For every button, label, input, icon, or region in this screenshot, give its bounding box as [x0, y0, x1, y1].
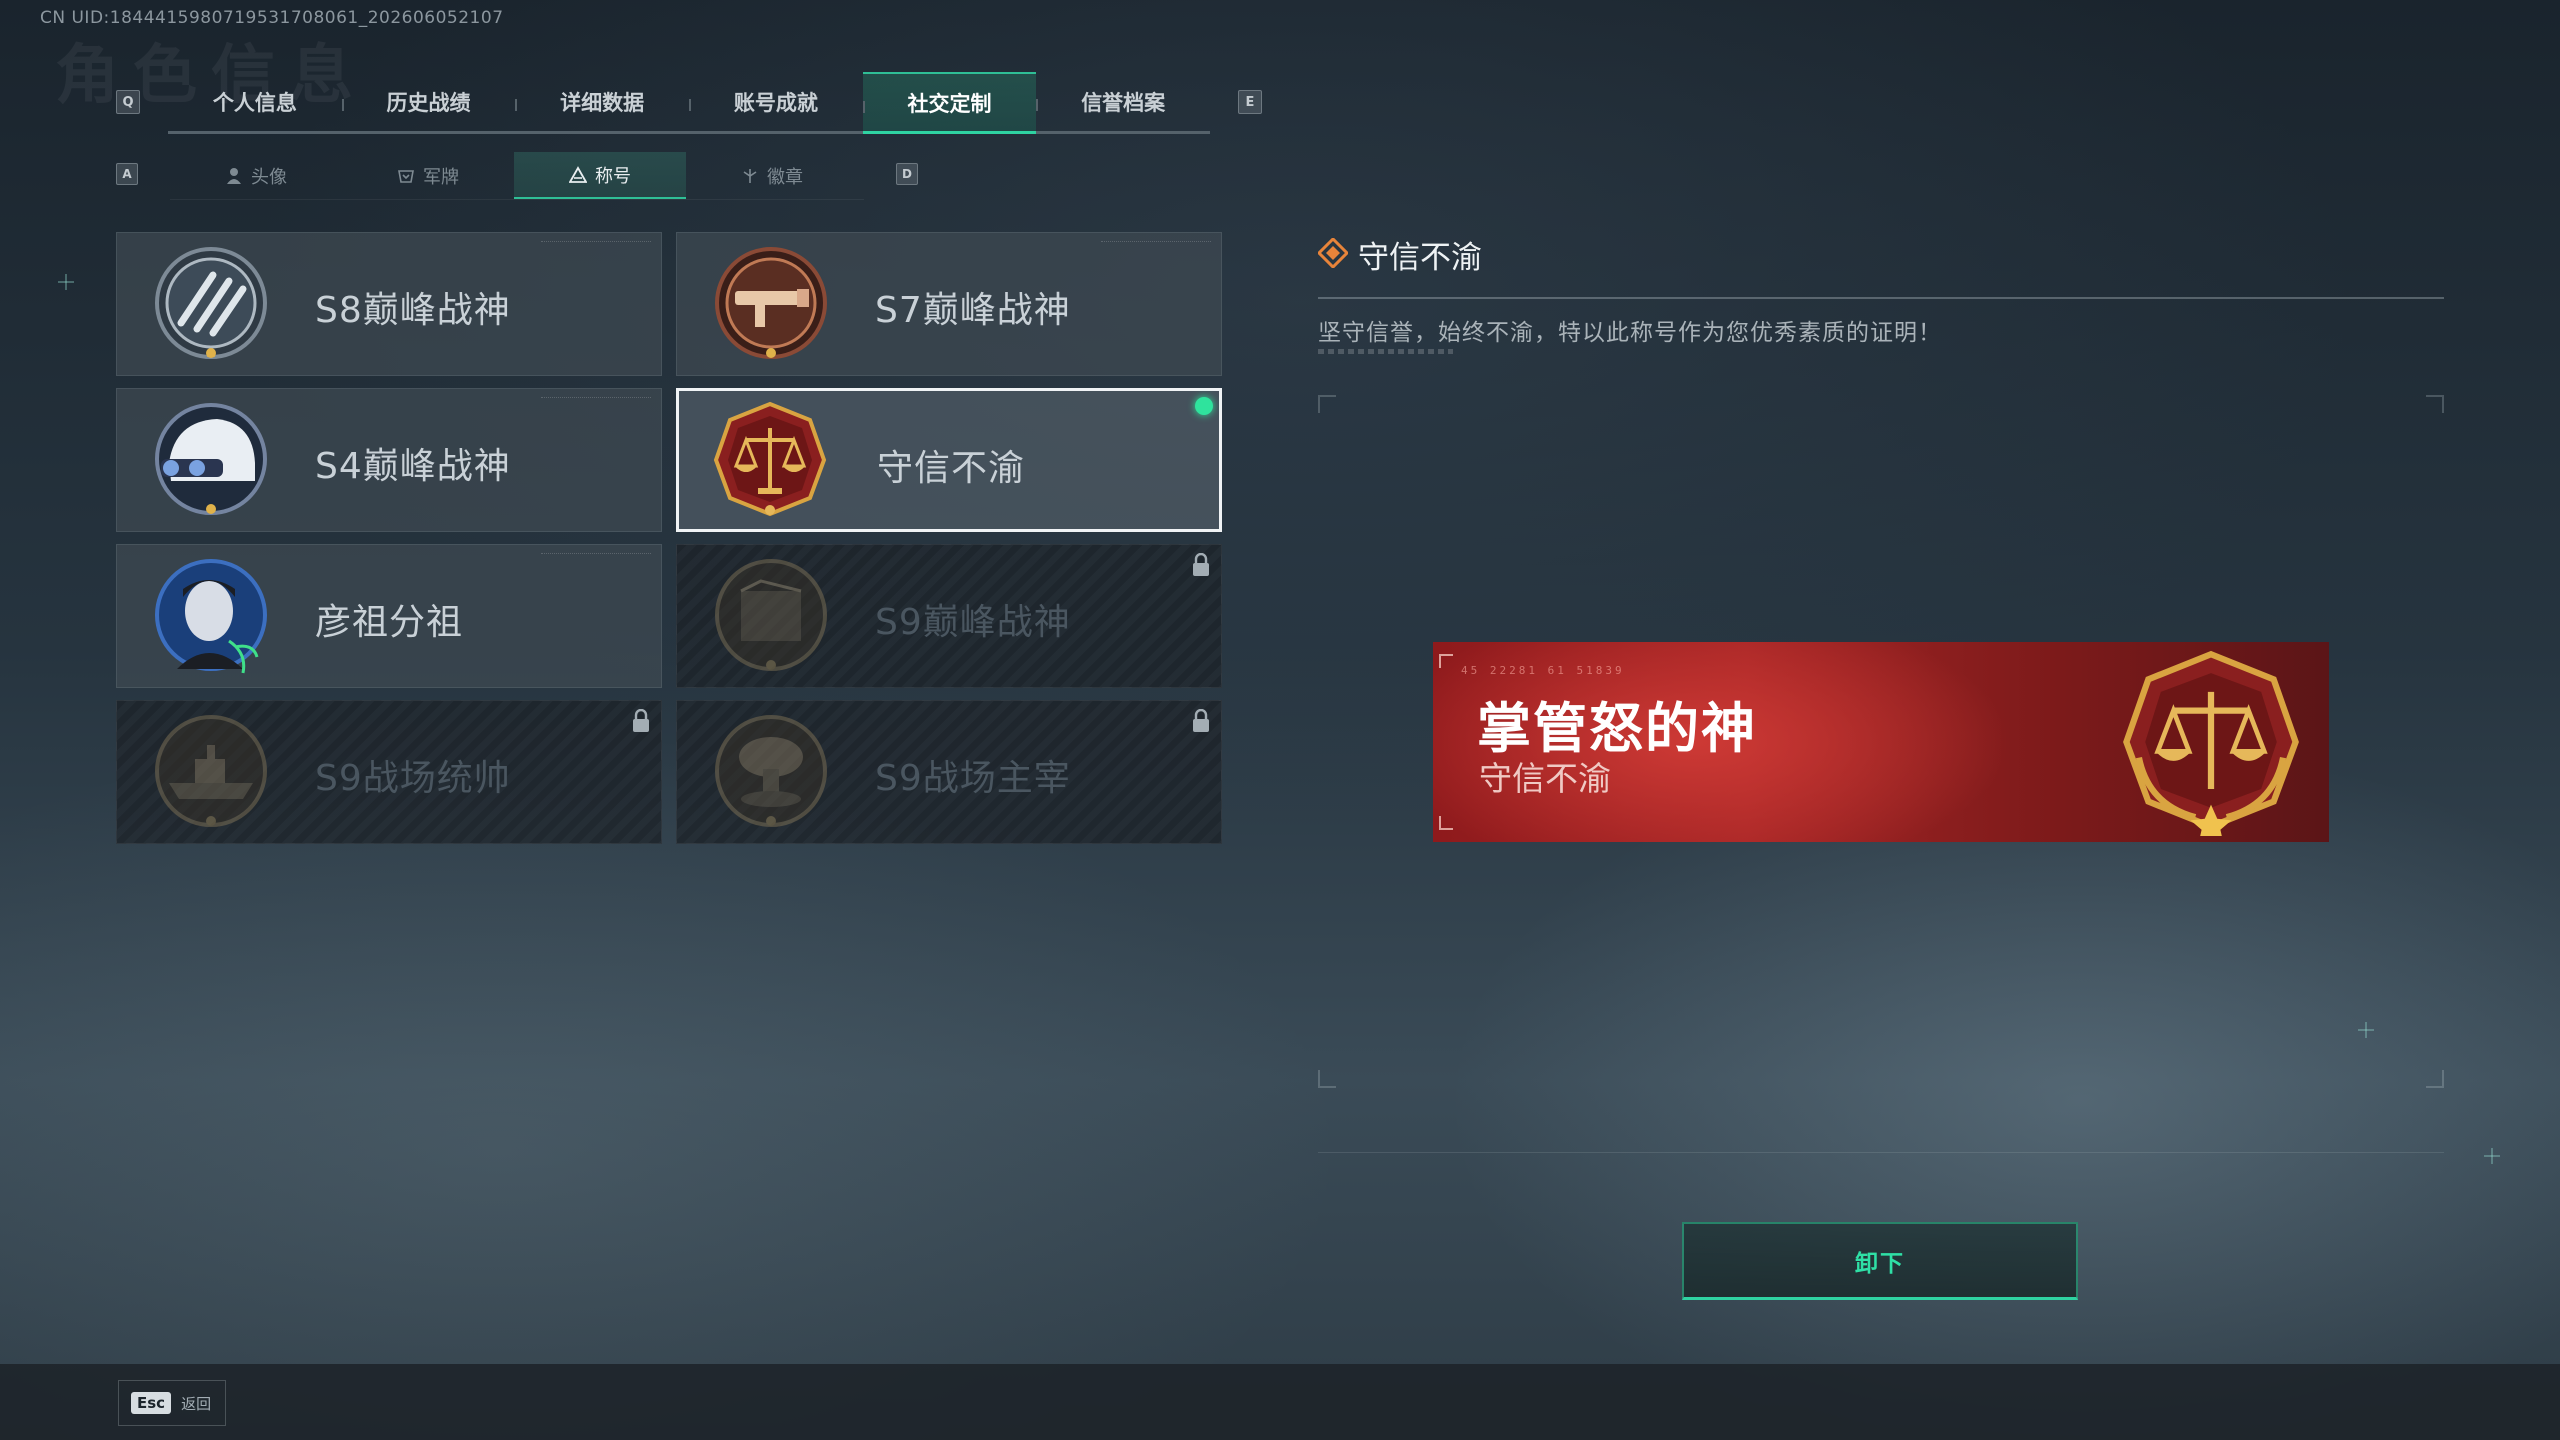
- tab-account-achievements[interactable]: 账号成就: [689, 72, 863, 131]
- subtab-title[interactable]: 称号: [514, 152, 686, 199]
- unequip-button[interactable]: 卸下: [1682, 1222, 2078, 1300]
- card-deco: [541, 241, 651, 245]
- lock-icon: [633, 709, 649, 732]
- portrait-emblem-icon: [155, 559, 267, 674]
- badge-icon: [743, 168, 757, 183]
- tab-credit-record[interactable]: 信誉档案: [1036, 72, 1210, 131]
- lock-icon: [1193, 553, 1209, 576]
- subtab-dogtag[interactable]: 军牌: [342, 152, 514, 199]
- detail-divider: [1318, 297, 2444, 299]
- title-label: S7巅峰战神: [875, 290, 1071, 331]
- subtab-label: 徽章: [767, 166, 803, 188]
- title-label: S8巅峰战神: [315, 290, 511, 331]
- frame-corner: [2426, 395, 2444, 413]
- crosshair-deco: [2358, 1022, 2374, 1038]
- subtab-label: 称号: [595, 165, 631, 187]
- banner-corner: [1439, 654, 1453, 668]
- s8-emblem-icon: [155, 247, 267, 359]
- frame-corner: [2426, 1070, 2444, 1088]
- subtab-badge[interactable]: 徽章: [686, 152, 858, 199]
- crosshair-deco: [2484, 1148, 2500, 1164]
- mushroom-cloud-emblem-icon: [715, 715, 827, 827]
- crosshair-deco: [58, 274, 74, 290]
- person-icon: [227, 167, 241, 184]
- title-label: S9战场统帅: [315, 758, 511, 799]
- main-tabs: 个人信息 历史战绩 详细数据 账号成就 社交定制 信誉档案: [168, 72, 1210, 134]
- tab-detailed-data[interactable]: 详细数据: [515, 72, 689, 131]
- title-banner-preview: 45 22281 61 51839 掌管怒的神 守信不渝: [1433, 642, 2329, 842]
- scales-emblem-icon: [2123, 650, 2299, 836]
- title-icon: [569, 165, 587, 183]
- tab-social-customization[interactable]: 社交定制: [862, 72, 1037, 134]
- footer-bar: [0, 1364, 2560, 1440]
- title-card-s9-peak[interactable]: S9巅峰战神: [676, 544, 1222, 688]
- next-tab-key[interactable]: E: [1238, 90, 1262, 114]
- frame-corner: [1318, 1070, 1336, 1088]
- banner-corner: [1439, 816, 1453, 830]
- title-card-keep-faith[interactable]: 守信不渝: [676, 388, 1222, 532]
- title-label: S9巅峰战神: [875, 602, 1071, 643]
- dogtag-icon: [398, 169, 414, 183]
- title-card-s8-peak[interactable]: S8巅峰战神: [116, 232, 662, 376]
- s9-emblem-icon: [715, 559, 827, 671]
- title-label: S9战场主宰: [875, 758, 1071, 799]
- prev-tab-key[interactable]: Q: [116, 90, 140, 114]
- back-label: 返回: [181, 1394, 212, 1413]
- title-card-s9-dominator[interactable]: S9战场主宰: [676, 700, 1222, 844]
- esc-key: Esc: [131, 1392, 172, 1414]
- banner-code-tag: 45 22281 61 51839: [1461, 664, 1625, 677]
- title-label: S4巅峰战神: [315, 446, 511, 487]
- ship-emblem-icon: [155, 715, 267, 827]
- detail-description: 坚守信誉，始终不渝，特以此称号作为您优秀素质的证明！: [1318, 320, 1942, 346]
- title-label: 彦祖分祖: [315, 602, 464, 643]
- back-button[interactable]: Esc 返回: [118, 1380, 226, 1426]
- subtab-label: 军牌: [423, 166, 459, 188]
- title-card-s7-peak[interactable]: S7巅峰战神: [676, 232, 1222, 376]
- title-label: 守信不渝: [877, 448, 1026, 489]
- lock-icon: [1193, 709, 1209, 732]
- subtab-avatar[interactable]: 头像: [170, 152, 342, 199]
- banner-title: 守信不渝: [1479, 759, 1611, 798]
- next-subtab-key[interactable]: D: [896, 163, 918, 185]
- s4-emblem-icon: [155, 403, 267, 515]
- card-deco: [1101, 241, 1211, 245]
- title-diamond-icon: [1318, 238, 1348, 268]
- title-card-s9-commander[interactable]: S9战场统帅: [116, 700, 662, 844]
- scales-emblem-icon: [713, 401, 827, 517]
- detail-title: 守信不渝: [1358, 240, 1482, 276]
- action-divider: [1318, 1152, 2444, 1153]
- frame-corner: [1318, 395, 1336, 413]
- s7-emblem-icon: [715, 247, 827, 359]
- equipped-indicator: [1195, 397, 1213, 415]
- title-card-yanzu[interactable]: 彦祖分祖: [116, 544, 662, 688]
- detail-deco-ticks: [1318, 349, 1453, 354]
- title-card-s4-peak[interactable]: S4巅峰战神: [116, 388, 662, 532]
- prev-subtab-key[interactable]: A: [116, 163, 138, 185]
- sub-tabs: 头像 军牌 称号 徽章: [170, 152, 864, 200]
- card-deco: [541, 397, 651, 401]
- subtab-label: 头像: [251, 166, 287, 188]
- tab-personal-info[interactable]: 个人信息: [168, 72, 342, 131]
- card-deco: [541, 553, 651, 557]
- tab-match-history[interactable]: 历史战绩: [341, 72, 516, 131]
